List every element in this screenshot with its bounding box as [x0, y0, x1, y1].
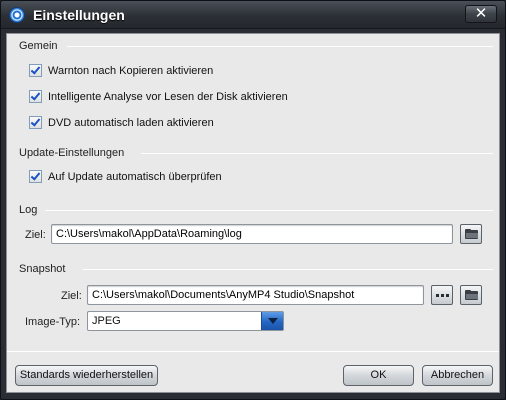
section-log-label: Log — [19, 204, 38, 216]
intelligent-analysis-checkbox[interactable] — [29, 90, 42, 103]
intelligent-analysis-label: Intelligente Analyse vor Lesen der Disk … — [48, 90, 288, 103]
settings-dialog: Einstellungen ✕ Gemein Warnton nach Kopi… — [0, 0, 506, 400]
auto-update-checkbox[interactable] — [29, 170, 42, 183]
log-target-field[interactable]: C:\Users\makol\AppData\Roaming\log — [51, 224, 453, 244]
title-bar[interactable]: Einstellungen ✕ — [1, 1, 505, 29]
folder-icon — [464, 290, 478, 300]
dvd-autoload-label: DVD automatisch laden aktivieren — [48, 116, 214, 129]
check-icon — [30, 116, 41, 127]
warning-sound-label: Warnton nach Kopieren aktivieren — [48, 64, 214, 77]
dots-icon — [435, 293, 449, 297]
section-general-divider — [67, 46, 493, 47]
option-warning-sound[interactable]: Warnton nach Kopieren aktivieren — [29, 63, 213, 78]
section-snapshot-divider — [83, 269, 493, 270]
section-snapshot-label: Snapshot — [19, 263, 66, 275]
ok-button[interactable]: OK — [343, 365, 414, 386]
app-logo-icon — [9, 7, 25, 23]
check-icon — [30, 90, 41, 101]
cancel-button[interactable]: Abbrechen — [422, 365, 493, 386]
image-type-value: JPEG — [92, 315, 121, 327]
log-target-label: Ziel: — [25, 229, 46, 241]
restore-defaults-button[interactable]: Standards wiederherstellen — [15, 365, 158, 386]
check-icon — [30, 170, 41, 181]
folder-icon — [464, 229, 478, 239]
dvd-autoload-checkbox[interactable] — [29, 116, 42, 129]
option-dvd-autoload[interactable]: DVD automatisch laden aktivieren — [29, 115, 214, 130]
option-auto-update[interactable]: Auf Update automatisch überprüfen — [29, 169, 222, 184]
check-icon — [30, 64, 41, 75]
section-update-divider — [141, 153, 493, 154]
log-browse-button[interactable] — [460, 224, 482, 244]
auto-update-label: Auf Update automatisch überprüfen — [48, 170, 222, 183]
chevron-down-icon[interactable] — [261, 312, 283, 330]
snapshot-target-label: Ziel: — [61, 290, 82, 302]
dialog-title: Einstellungen — [33, 7, 125, 23]
snapshot-browse-button[interactable] — [460, 285, 482, 305]
snapshot-target-field[interactable]: C:\Users\makol\Documents\AnyMP4 Studio\S… — [87, 285, 424, 305]
option-intelligent-analysis[interactable]: Intelligente Analyse vor Lesen der Disk … — [29, 89, 288, 104]
settings-panel: Gemein Warnton nach Kopieren aktivieren … — [6, 33, 500, 393]
image-type-select[interactable]: JPEG — [87, 311, 284, 331]
close-button[interactable]: ✕ — [465, 5, 497, 23]
image-type-label: Image-Typ: — [25, 316, 81, 328]
section-log-divider — [45, 210, 493, 211]
snapshot-more-button[interactable] — [431, 285, 453, 305]
warning-sound-checkbox[interactable] — [29, 64, 42, 77]
section-update-label: Update-Einstellungen — [19, 147, 125, 159]
footer-divider — [7, 351, 499, 352]
section-general-label: Gemein — [19, 40, 58, 52]
